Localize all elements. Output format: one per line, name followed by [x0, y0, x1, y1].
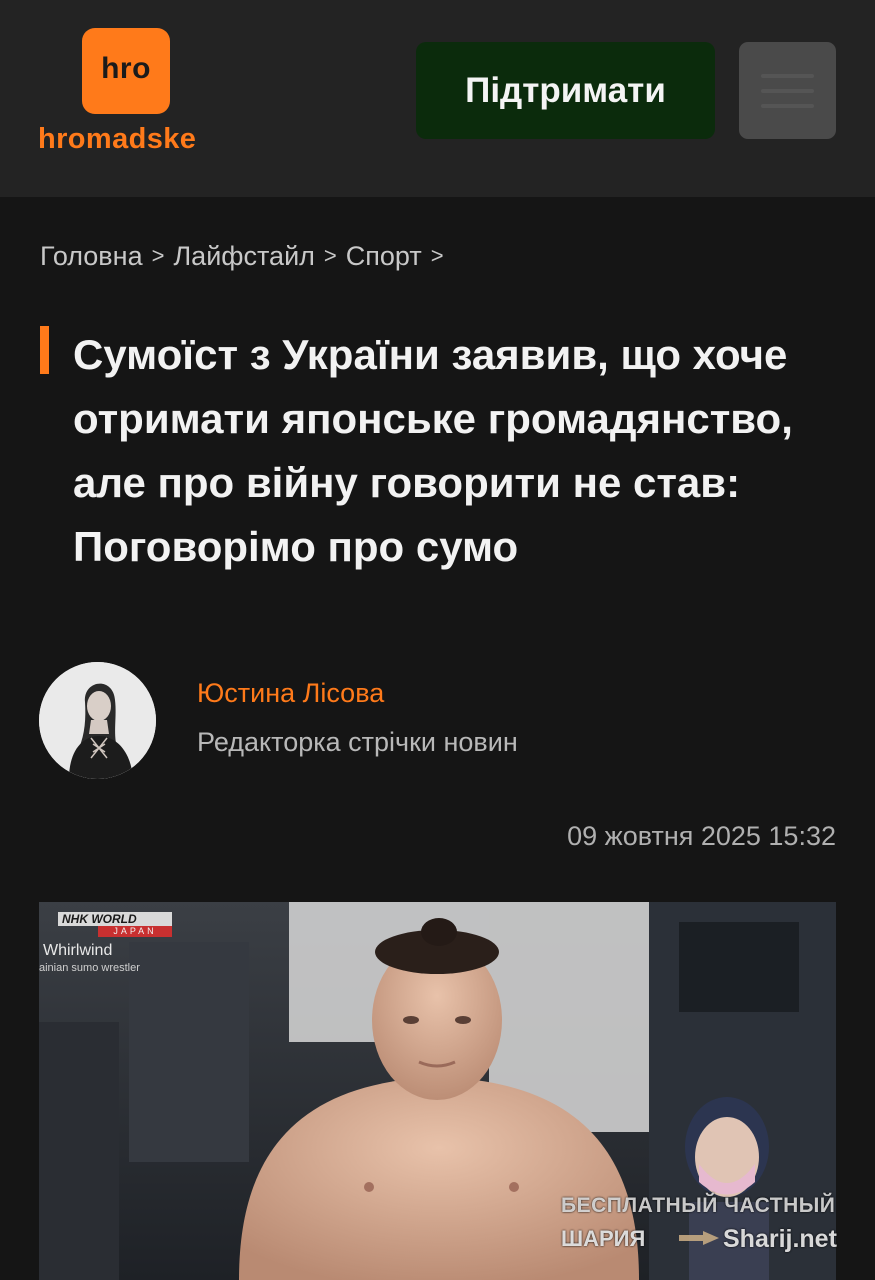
broadcaster-logo: NHK WORLD JAPAN [58, 912, 172, 937]
breadcrumb-separator: > [430, 243, 444, 268]
publish-date: 09 жовтня 2025 15:32 [567, 821, 836, 851]
support-button[interactable]: Підтримати [416, 42, 715, 139]
logo-tile: hro [82, 28, 170, 114]
breadcrumb: Головна > Лайфстайл > Спорт > [40, 241, 453, 272]
watermark-site: Sharij.net [723, 1225, 837, 1253]
breadcrumb-separator: > [323, 243, 337, 268]
site-header: hro hromadske Підтримати [0, 0, 875, 197]
sumo-wrestler-image [39, 902, 836, 1280]
breadcrumb-item-lifestyle[interactable]: Лайфстайл [173, 241, 314, 271]
page: hro hromadske Підтримати Головна > Лайфста… [0, 0, 875, 1280]
title-accent-bar [40, 326, 49, 374]
author-role: Редакторка стрічки новин [197, 727, 518, 757]
broadcaster-name: NHK WORLD [58, 912, 172, 926]
video-caption-title: Whirlwind [43, 942, 113, 959]
watermark-line2: ШАРИЯ [561, 1226, 646, 1251]
breadcrumb-separator: > [151, 243, 165, 268]
watermark-line1: БЕСПЛАТНЫЙ ЧАСТНЫЙ [561, 1194, 836, 1217]
breadcrumb-item-home[interactable]: Головна [40, 241, 143, 271]
article-title: Сумоїст з України заявив, що хоче отрима… [73, 331, 793, 570]
broadcaster-sub: JAPAN [98, 926, 172, 937]
logo-wordmark: hromadske [38, 123, 197, 155]
author-name[interactable]: Юстина Лісова [197, 678, 384, 709]
breadcrumb-item-sport[interactable]: Спорт [346, 241, 422, 271]
menu-button[interactable] [739, 42, 836, 139]
logo-tile-text: hro [101, 52, 151, 85]
site-logo[interactable]: hro hromadske [38, 26, 218, 166]
pointing-hand-icon [679, 1231, 719, 1245]
author-photo-icon [39, 662, 156, 779]
article-photo: NHK WORLD JAPAN Whirlwind ainian sumo wr… [39, 902, 836, 1280]
video-caption-subtitle: ainian sumo wrestler [39, 962, 140, 974]
author-avatar[interactable] [39, 662, 156, 779]
